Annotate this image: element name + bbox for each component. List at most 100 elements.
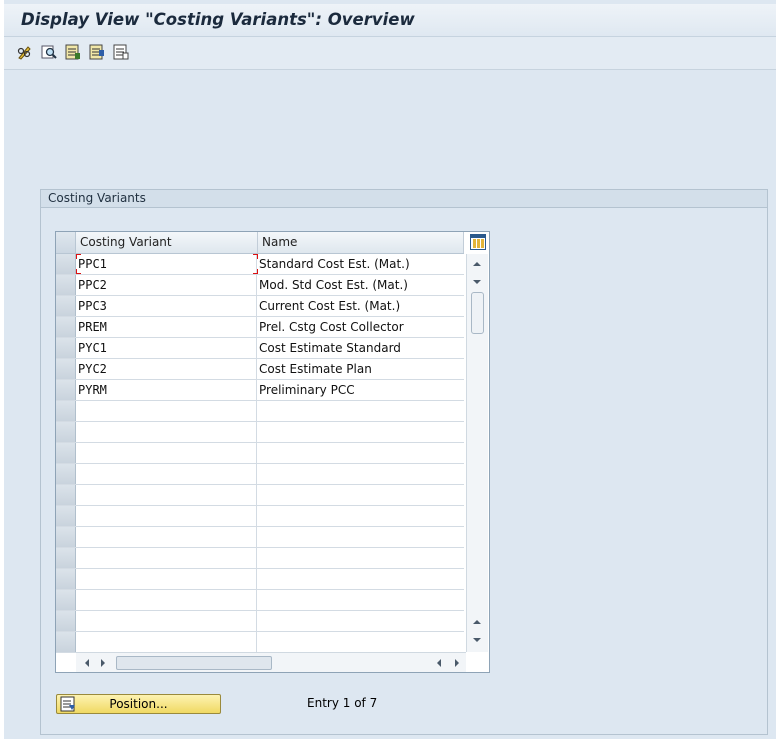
cell-name[interactable]: Mod. Std Cost Est. (Mat.) [257,275,464,295]
table-row[interactable] [56,506,464,527]
cell-name[interactable] [257,590,464,610]
cell-costing-variant[interactable]: PPC3 [76,296,257,316]
select-all-icon[interactable] [65,44,81,60]
row-selector[interactable] [56,527,76,547]
cell-costing-variant[interactable]: PYC2 [76,359,257,379]
cell-name[interactable]: Standard Cost Est. (Mat.) [257,254,464,274]
page-down-icon[interactable] [471,634,483,646]
table-row[interactable] [56,548,464,569]
table-row[interactable]: PYC1 Cost Estimate Standard [56,338,464,359]
cell-costing-variant[interactable] [76,611,257,631]
table-settings-icon[interactable] [470,234,486,250]
cell-name[interactable] [257,569,464,589]
row-selector[interactable] [56,338,76,358]
table-row[interactable] [56,422,464,443]
table-row[interactable]: PPC1 Standard Cost Est. (Mat.) [56,254,464,275]
row-selector[interactable] [56,464,76,484]
cell-costing-variant[interactable] [76,422,257,442]
row-selector[interactable] [56,296,76,316]
row-selector[interactable] [56,422,76,442]
cell-costing-variant[interactable]: PYC1 [76,338,257,358]
vertical-scrollbar[interactable] [466,254,488,652]
cell-costing-variant[interactable] [76,590,257,610]
cell-name[interactable]: Prel. Cstg Cost Collector [257,317,464,337]
table-row[interactable] [56,632,464,653]
cell-name[interactable] [257,464,464,484]
position-button[interactable]: Position... [56,694,221,714]
row-selector[interactable] [56,359,76,379]
row-selector[interactable] [56,506,76,526]
page-up-icon[interactable] [471,616,483,628]
table-row[interactable] [56,485,464,506]
cell-name[interactable] [257,611,464,631]
deselect-all-icon[interactable] [113,44,129,60]
select-block-icon[interactable] [89,44,105,60]
row-selector[interactable] [56,569,76,589]
cell-name[interactable] [257,548,464,568]
vertical-scroll-thumb[interactable] [471,292,484,334]
table-row[interactable] [56,569,464,590]
row-selector[interactable] [56,611,76,631]
cell-name[interactable] [257,527,464,547]
cell-costing-variant[interactable] [76,527,257,547]
table-row[interactable] [56,464,464,485]
table-row[interactable]: PPC3 Current Cost Est. (Mat.) [56,296,464,317]
horizontal-scroll-thumb[interactable] [116,656,272,670]
table-row[interactable]: PYRM Preliminary PCC [56,380,464,401]
group-title: Costing Variants [48,191,146,205]
search-icon[interactable] [41,44,57,60]
table-row[interactable] [56,401,464,422]
table-row[interactable]: PREM Prel. Cstg Cost Collector [56,317,464,338]
table-control: Costing Variant Name PPC1 Standard Cost E… [55,231,490,673]
scroll-left-icon[interactable] [82,657,92,667]
cell-name[interactable]: Current Cost Est. (Mat.) [257,296,464,316]
cell-name[interactable] [257,506,464,526]
row-selector[interactable] [56,317,76,337]
row-selector[interactable] [56,401,76,421]
row-selector[interactable] [56,380,76,400]
cell-name[interactable] [257,443,464,463]
table-row[interactable] [56,443,464,464]
cell-costing-variant[interactable] [76,548,257,568]
cell-name[interactable]: Cost Estimate Plan [257,359,464,379]
cell-costing-variant[interactable] [76,443,257,463]
row-selector[interactable] [56,632,76,652]
table-row[interactable]: PYC2 Cost Estimate Plan [56,359,464,380]
row-selector[interactable] [56,548,76,568]
cell-name[interactable] [257,485,464,505]
cell-costing-variant[interactable]: PREM [76,317,257,337]
table-row[interactable]: PPC2 Mod. Std Cost Est. (Mat.) [56,275,464,296]
scroll-up-icon[interactable] [471,258,483,270]
table-row[interactable] [56,590,464,611]
scroll-right-icon[interactable] [98,657,108,667]
cell-costing-variant[interactable] [76,632,257,652]
scroll-down-icon[interactable] [471,276,483,288]
horizontal-scrollbar[interactable] [76,652,466,672]
cell-costing-variant[interactable]: PYRM [76,380,257,400]
scroll-left-end-icon[interactable] [434,657,444,667]
cell-name[interactable] [257,422,464,442]
column-header-costing-variant[interactable]: Costing Variant [76,232,258,253]
column-header-name[interactable]: Name [258,232,464,253]
cell-name[interactable] [257,401,464,421]
cell-costing-variant[interactable]: PPC1 [76,254,257,274]
cell-costing-variant[interactable] [76,464,257,484]
row-selector[interactable] [56,254,76,274]
cell-name[interactable]: Preliminary PCC [257,380,464,400]
cell-costing-variant[interactable] [76,485,257,505]
row-selector[interactable] [56,275,76,295]
cell-costing-variant[interactable] [76,506,257,526]
cell-costing-variant[interactable]: PPC2 [76,275,257,295]
row-selector[interactable] [56,443,76,463]
table-row[interactable] [56,527,464,548]
row-selector[interactable] [56,590,76,610]
select-all-rows-button[interactable] [56,232,76,253]
cell-name[interactable]: Cost Estimate Standard [257,338,464,358]
glasses-edit-icon[interactable] [17,44,33,60]
scroll-right-end-icon[interactable] [452,657,462,667]
row-selector[interactable] [56,485,76,505]
table-row[interactable] [56,611,464,632]
cell-name[interactable] [257,632,464,652]
cell-costing-variant[interactable] [76,569,257,589]
cell-costing-variant[interactable] [76,401,257,421]
